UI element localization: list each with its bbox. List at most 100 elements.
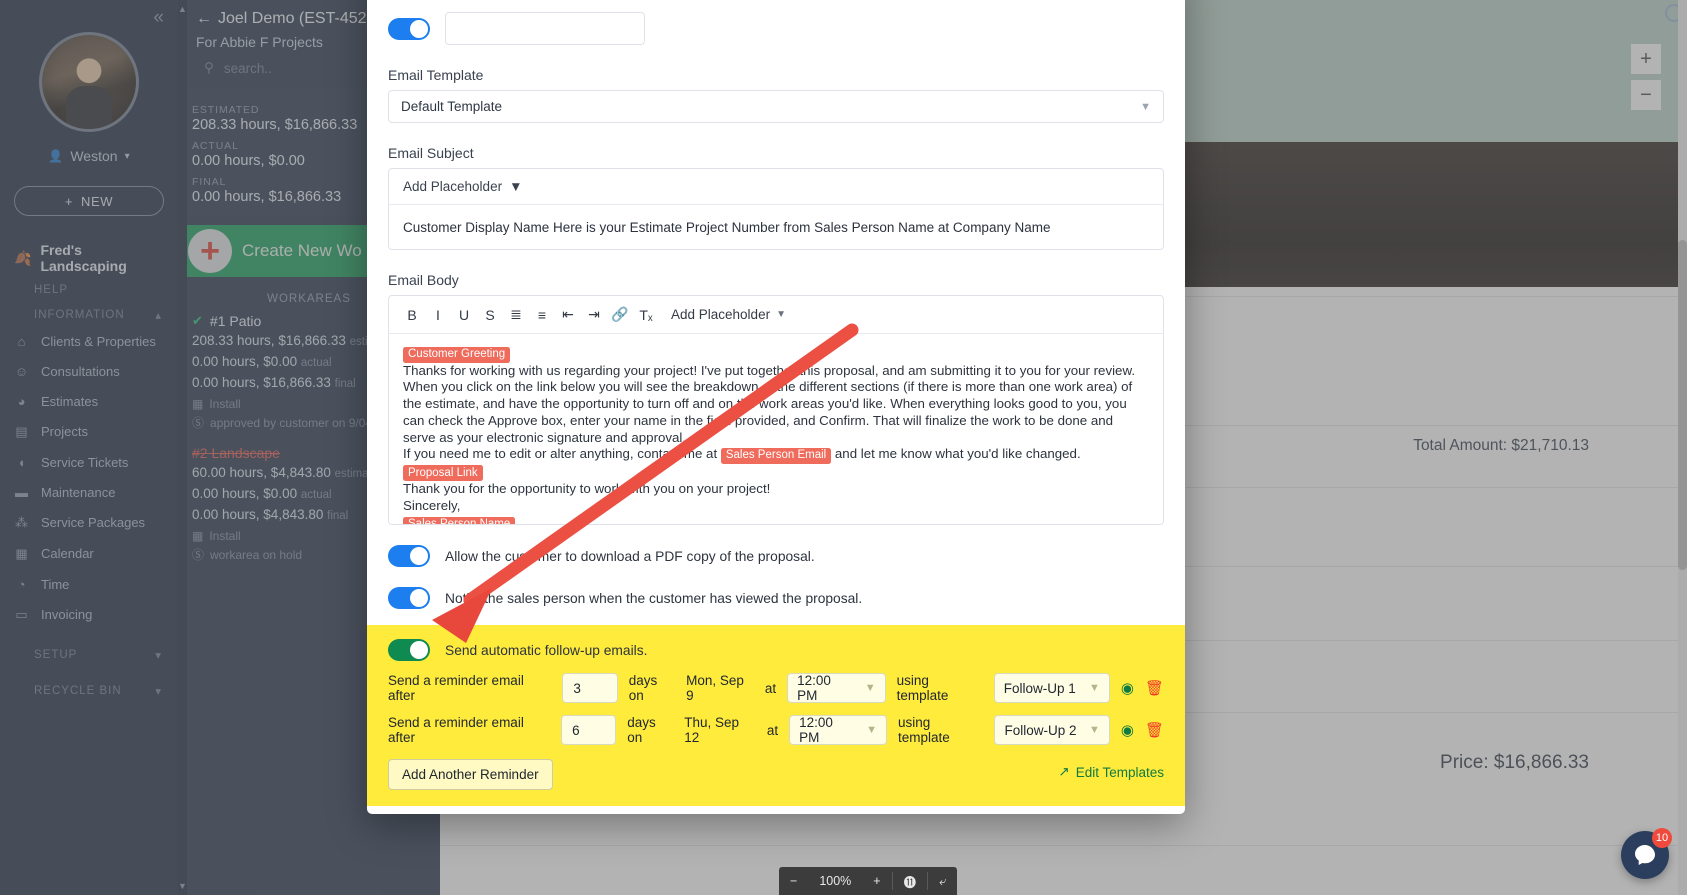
chevron-down-icon: ▼ bbox=[1140, 100, 1151, 113]
reminder-mid: days on bbox=[627, 715, 656, 745]
add-placeholder-label: Add Placeholder bbox=[671, 307, 771, 322]
indent-increase-icon[interactable]: ⇥ bbox=[581, 302, 607, 328]
bullet-list-icon[interactable]: ≡ bbox=[529, 302, 555, 328]
add-placeholder-label: Add Placeholder bbox=[403, 179, 503, 194]
reminder-row: Send a reminder email after 6 days on Th… bbox=[388, 715, 1164, 745]
reminder-date: Mon, Sep 9 bbox=[686, 673, 744, 703]
email-subject-box: Add Placeholder ▼ Customer Display Name … bbox=[388, 168, 1164, 250]
toolbar-glyph: ⇥ bbox=[588, 306, 600, 322]
preview-template-icon[interactable]: ◉ bbox=[1121, 679, 1134, 697]
toolbar-glyph: S bbox=[485, 306, 495, 323]
preview-template-icon[interactable]: ◉ bbox=[1121, 721, 1134, 739]
placeholder-chip-sales-person-email[interactable]: Sales Person Email bbox=[720, 447, 832, 464]
email-body-editor: B I U S ≣ ≡ ⇤ ⇥ 🔗 Tₓ Add Placeholder ▼ Customer G… bbox=[388, 295, 1164, 525]
modal-toggle-label: Allow the customer to download a PDF cop… bbox=[445, 548, 815, 564]
chat-icon bbox=[1635, 845, 1655, 865]
reminder-date: Thu, Sep 12 bbox=[684, 715, 740, 745]
followup-toggle-label: Send automatic follow-up emails. bbox=[445, 642, 648, 658]
reminder-at: at bbox=[764, 680, 777, 696]
reminder-at: at bbox=[766, 722, 779, 738]
email-body-input[interactable]: Customer Greeting Thanks for working wit… bbox=[389, 334, 1163, 524]
followup-section: Send automatic follow-up emails. Send a … bbox=[367, 625, 1185, 806]
toolbar-glyph: U bbox=[458, 306, 470, 323]
chevron-down-icon: ▼ bbox=[864, 682, 876, 694]
top-select[interactable] bbox=[445, 12, 645, 45]
modal-toggle[interactable] bbox=[388, 587, 430, 609]
reminder-using: using template bbox=[896, 673, 949, 703]
email-body-line-4: Sincerely, bbox=[403, 498, 461, 514]
toolbar-glyph: I bbox=[436, 306, 440, 323]
placeholder-chip-proposal-link[interactable]: Proposal Link bbox=[403, 465, 483, 482]
send-proposal-modal: Email Template Default Template ▼ Email … bbox=[367, 0, 1185, 814]
email-body-label: Email Body bbox=[388, 272, 459, 288]
email-subject-label: Email Subject bbox=[388, 145, 474, 161]
email-subject-input[interactable]: Customer Display Name Here is your Estim… bbox=[389, 205, 1163, 249]
modal-toggle-label: Notify the sales person when the custome… bbox=[445, 590, 863, 606]
download-circle-icon[interactable]: ⓫ bbox=[893, 867, 928, 895]
placeholder-chip-greeting[interactable]: Customer Greeting bbox=[403, 346, 511, 363]
reminder-time-select[interactable]: 12:00 PM ▼ bbox=[789, 715, 887, 745]
modal-toggle-row: Allow the customer to download a PDF cop… bbox=[388, 545, 1164, 567]
modal-toggle[interactable] bbox=[388, 545, 430, 567]
reminder-template-value: Follow-Up 2 bbox=[1004, 722, 1077, 738]
intercom-launcher[interactable]: 10 bbox=[1621, 828, 1672, 879]
unread-count-badge: 10 bbox=[1652, 828, 1672, 848]
toolbar-glyph: ≣ bbox=[510, 306, 522, 322]
ordered-list-icon[interactable]: ≣ bbox=[503, 302, 529, 328]
clear-format-icon[interactable]: Tₓ bbox=[633, 302, 659, 328]
reminder-days-input[interactable]: 3 bbox=[562, 673, 618, 703]
reminder-template-value: Follow-Up 1 bbox=[1003, 680, 1076, 696]
chevron-down-icon: ▼ bbox=[866, 724, 877, 736]
fit-screen-icon[interactable]: ⤶ bbox=[928, 867, 957, 895]
email-body-paragraph-1: Thanks for working with us regarding you… bbox=[403, 362, 1136, 445]
reminder-time-select[interactable]: 12:00 PM ▼ bbox=[787, 673, 886, 703]
followup-toggle[interactable] bbox=[388, 639, 430, 661]
add-another-reminder-button[interactable]: Add Another Reminder bbox=[388, 759, 553, 790]
email-body-line-2b: and let me know what you'd like changed. bbox=[834, 446, 1081, 462]
email-template-select[interactable]: Default Template ▼ bbox=[388, 90, 1164, 123]
zoom-in-button[interactable]: + bbox=[862, 867, 891, 895]
toolbar-glyph: Tₓ bbox=[639, 306, 653, 323]
edit-templates-label: Edit Templates bbox=[1075, 764, 1164, 780]
delete-reminder-icon[interactable]: 🗑 bbox=[1145, 721, 1164, 739]
reminder-prefix: Send a reminder email after bbox=[388, 673, 524, 703]
strikethrough-icon[interactable]: S bbox=[477, 302, 503, 328]
edit-templates-link[interactable]: ↗ Edit Templates bbox=[1058, 764, 1164, 780]
link-icon[interactable]: 🔗 bbox=[607, 302, 633, 328]
chevron-down-icon: ▼ bbox=[1088, 724, 1100, 736]
email-body-line-2a: If you need me to edit or alter anything… bbox=[403, 446, 718, 462]
zoom-out-button[interactable]: − bbox=[779, 867, 808, 895]
reminder-prefix: Send a reminder email after bbox=[388, 715, 524, 745]
chevron-down-icon: ▼ bbox=[1088, 682, 1100, 694]
chevron-down-icon: ▼ bbox=[776, 309, 786, 320]
chevron-down-icon: ▼ bbox=[509, 179, 523, 194]
pdf-zoom-toolbar: − 100% + ⓫ ⤶ bbox=[779, 867, 958, 895]
reminder-time-value: 12:00 PM bbox=[797, 673, 831, 703]
reminder-days-input[interactable]: 6 bbox=[561, 715, 617, 745]
followup-toggle-row: Send automatic follow-up emails. bbox=[388, 639, 1164, 661]
placeholder-chip-sales-person-name[interactable]: Sales Person Name bbox=[403, 516, 516, 524]
external-link-icon: ↗ bbox=[1058, 764, 1070, 779]
editor-toolbar: B I U S ≣ ≡ ⇤ ⇥ 🔗 Tₓ Add Placeholder ▼ bbox=[389, 296, 1163, 334]
delete-reminder-icon[interactable]: 🗑 bbox=[1145, 679, 1164, 697]
reminder-template-select[interactable]: Follow-Up 1 ▼ bbox=[993, 673, 1110, 703]
bold-icon[interactable]: B bbox=[399, 302, 425, 328]
subject-add-placeholder-button[interactable]: Add Placeholder ▼ bbox=[389, 169, 1163, 205]
email-body-line-3: Thank you for the opportunity to work wi… bbox=[403, 481, 771, 497]
reminder-time-value: 12:00 PM bbox=[799, 715, 833, 745]
email-template-value: Default Template bbox=[401, 99, 503, 114]
toolbar-glyph: B bbox=[407, 306, 417, 323]
modal-toggle-row: Notify the sales person when the custome… bbox=[388, 587, 1164, 609]
toolbar-glyph: 🔗 bbox=[611, 306, 629, 322]
reminder-row: Send a reminder email after 3 days on Mo… bbox=[388, 673, 1164, 703]
underline-icon[interactable]: U bbox=[451, 302, 477, 328]
body-add-placeholder-button[interactable]: Add Placeholder ▼ bbox=[665, 302, 792, 328]
reminder-mid: days on bbox=[628, 673, 658, 703]
indent-decrease-icon[interactable]: ⇤ bbox=[555, 302, 581, 328]
zoom-level: 100% bbox=[819, 874, 852, 888]
reminder-using: using template bbox=[897, 715, 950, 745]
reminder-template-select[interactable]: Follow-Up 2 ▼ bbox=[994, 715, 1110, 745]
italic-icon[interactable]: I bbox=[425, 302, 451, 328]
top-toggle[interactable] bbox=[388, 17, 430, 40]
top-toggle-row bbox=[388, 12, 1164, 45]
